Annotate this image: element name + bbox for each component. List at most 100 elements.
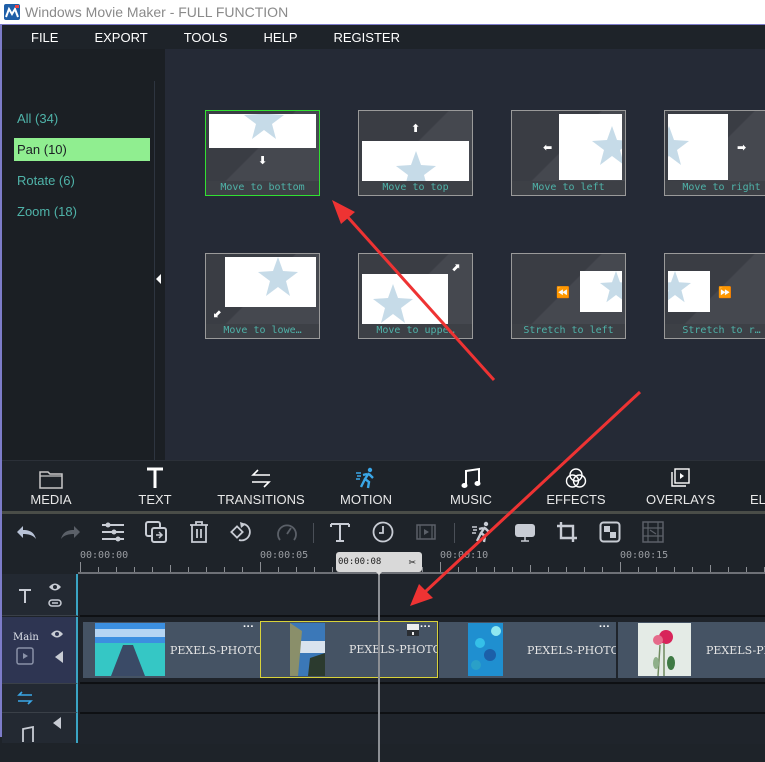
tab-media[interactable]: MEDIA bbox=[26, 461, 76, 511]
delete-icon[interactable] bbox=[186, 520, 212, 544]
motion-tile-move-to-lower[interactable]: ⬋ Move to lowe… bbox=[205, 253, 320, 339]
motion-icon[interactable] bbox=[469, 520, 495, 544]
clip-save-icon[interactable] bbox=[407, 624, 419, 636]
text-icon[interactable] bbox=[327, 520, 353, 544]
mosaic-icon[interactable] bbox=[597, 520, 623, 544]
collapse-panel-icon[interactable] bbox=[156, 274, 161, 284]
ruler-label: 00:00:05 bbox=[260, 550, 309, 561]
ruler-tick bbox=[530, 565, 531, 572]
double-right-arrow-icon: ⏩ bbox=[718, 287, 732, 299]
duration-clock-icon[interactable] bbox=[370, 520, 396, 544]
motion-label: Stretch to left bbox=[512, 324, 625, 338]
toolbar-divider bbox=[313, 523, 314, 543]
music-track-lane[interactable] bbox=[80, 714, 765, 744]
category-zoom[interactable]: Zoom (18) bbox=[14, 200, 150, 223]
clip-more-icon[interactable]: ··· bbox=[599, 622, 610, 633]
motion-tile-move-to-top[interactable]: ⬆ Move to top bbox=[358, 110, 473, 196]
motion-label: Move to right bbox=[665, 181, 765, 195]
star-icon bbox=[244, 114, 284, 139]
video-frame-icon[interactable] bbox=[413, 520, 439, 544]
crop-icon[interactable] bbox=[554, 520, 580, 544]
motion-tile-move-to-left[interactable]: ⬅ Move to left bbox=[511, 110, 626, 196]
motion-tile-move-to-right[interactable]: ➡ Move to right bbox=[664, 110, 765, 196]
redo-icon[interactable] bbox=[57, 520, 83, 544]
clip-more-icon[interactable]: ··· bbox=[243, 622, 254, 633]
link-icon[interactable] bbox=[48, 599, 62, 607]
app-logo-icon bbox=[4, 4, 20, 20]
ruler-tick bbox=[116, 567, 117, 572]
up-right-arrow-icon: ⬈ bbox=[451, 262, 461, 274]
ruler-tick bbox=[188, 567, 189, 572]
rotate-icon[interactable] bbox=[229, 520, 255, 544]
text-track-header bbox=[2, 574, 78, 616]
ruler-tick bbox=[620, 562, 621, 572]
ruler-tick bbox=[728, 567, 729, 572]
star-icon bbox=[668, 126, 689, 165]
ruler-tick bbox=[224, 567, 225, 572]
undo-icon[interactable] bbox=[14, 520, 40, 544]
motion-tile-move-to-bottom[interactable]: ⬇ Move to bottom bbox=[205, 110, 320, 196]
tab-transitions[interactable]: TRANSITIONS bbox=[216, 461, 306, 511]
motion-tile-stretch-to-left[interactable]: ⏪ Stretch to left bbox=[511, 253, 626, 339]
clip-thumbnail-rose bbox=[638, 623, 691, 676]
volume-icon[interactable] bbox=[54, 651, 64, 663]
double-left-arrow-icon: ⏪ bbox=[556, 287, 570, 299]
effects-circles-icon bbox=[546, 461, 606, 489]
motion-label: Move to top bbox=[359, 181, 472, 195]
eye-icon[interactable] bbox=[48, 582, 62, 592]
playhead-line[interactable] bbox=[378, 572, 380, 762]
screen-icon[interactable] bbox=[512, 520, 538, 544]
motion-label: Move to uppe… bbox=[359, 324, 472, 338]
split-scissors-icon[interactable]: ✂ bbox=[409, 555, 416, 569]
playhead-time[interactable]: 00:00:08 ✂ bbox=[336, 552, 422, 572]
text-track-icon bbox=[19, 589, 31, 603]
ruler-tick bbox=[494, 567, 495, 572]
ruler-tick bbox=[692, 567, 693, 572]
volume-icon[interactable] bbox=[52, 717, 62, 729]
ruler-tick bbox=[314, 567, 315, 572]
clip-pexels-photo-1[interactable]: PEXELS-PHOTO-1 ··· bbox=[260, 621, 438, 678]
filter-grid-icon[interactable] bbox=[640, 520, 666, 544]
motion-tile-stretch-to-right[interactable]: ⏩ Stretch to r… bbox=[664, 253, 765, 339]
clip-thumbnail-cliff bbox=[290, 623, 325, 676]
motion-tile-move-to-upper[interactable]: ⬈ Move to uppe… bbox=[358, 253, 473, 339]
text-track-lane[interactable] bbox=[80, 574, 765, 617]
ruler-tick bbox=[656, 567, 657, 572]
clip-pexels-photo-rose[interactable]: PEXELS-PHO bbox=[618, 622, 765, 678]
star-icon bbox=[600, 271, 622, 303]
menu-export[interactable]: EXPORT bbox=[85, 30, 156, 45]
ruler-tick bbox=[332, 567, 333, 572]
clip-pexels-photo-4[interactable]: PEXELS-PHOTO-4 ··· bbox=[83, 622, 260, 678]
menu-file[interactable]: FILE bbox=[22, 30, 67, 45]
menu-help[interactable]: HELP bbox=[255, 30, 307, 45]
tab-effects[interactable]: EFFECTS bbox=[546, 461, 606, 511]
duplicate-icon[interactable] bbox=[143, 520, 169, 544]
tab-music[interactable]: MUSIC bbox=[446, 461, 496, 511]
ruler-tick bbox=[260, 562, 261, 572]
speed-gauge-icon[interactable] bbox=[274, 520, 300, 544]
main-track-lane[interactable]: PEXELS-PHOTO-4 ··· PEXELS-PHOTO-1 ··· PE… bbox=[80, 617, 765, 684]
category-rotate[interactable]: Rotate (6) bbox=[14, 169, 150, 192]
menu-register[interactable]: REGISTER bbox=[325, 30, 409, 45]
category-all[interactable]: All (34) bbox=[14, 107, 150, 130]
ruler-label: 00:00:15 bbox=[620, 550, 669, 561]
tab-elements[interactable]: EL bbox=[750, 461, 765, 511]
ruler-tick bbox=[566, 567, 567, 572]
running-man-icon bbox=[335, 461, 397, 489]
tab-text[interactable]: TEXT bbox=[130, 461, 180, 511]
tab-motion[interactable]: MOTION bbox=[335, 461, 397, 511]
menu-tools[interactable]: TOOLS bbox=[175, 30, 237, 45]
tab-overlays[interactable]: OVERLAYS bbox=[646, 461, 715, 511]
clip-more-icon[interactable]: ··· bbox=[420, 622, 431, 633]
transition-track-lane[interactable] bbox=[80, 685, 765, 714]
category-pan[interactable]: Pan (10) bbox=[14, 138, 150, 161]
ruler-label: 00:00:00 bbox=[80, 550, 129, 561]
menu-bar: FILE EXPORT TOOLS HELP REGISTER bbox=[2, 25, 765, 49]
eye-icon[interactable] bbox=[50, 629, 64, 639]
clip-pexels-photo-4b[interactable]: PEXELS-PHOTO-4 ··· bbox=[439, 622, 616, 678]
clip-thumbnail-pier bbox=[95, 623, 165, 676]
play-preview-icon[interactable] bbox=[16, 647, 34, 665]
ruler-tick bbox=[278, 567, 279, 572]
motion-label: Stretch to r… bbox=[665, 324, 765, 338]
adjust-sliders-icon[interactable] bbox=[100, 520, 126, 544]
